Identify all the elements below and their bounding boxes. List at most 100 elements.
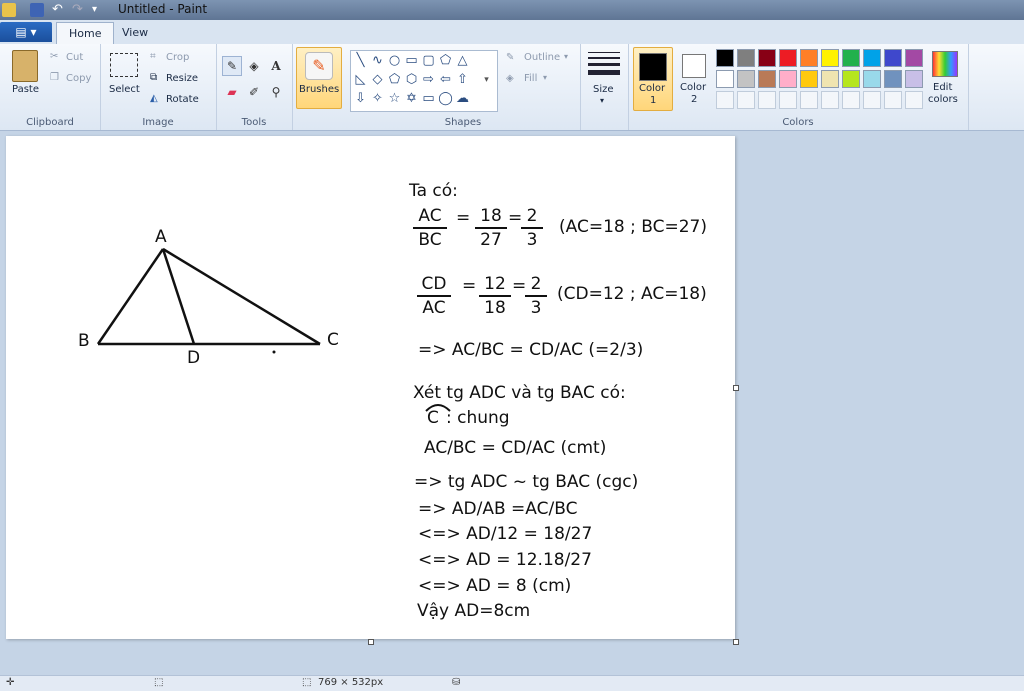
paste-icon[interactable]: [12, 50, 38, 82]
select-icon[interactable]: [110, 53, 138, 77]
fraction-note: (AC=18 ; BC=27): [559, 217, 707, 237]
pencil-icon[interactable]: ✎: [222, 56, 242, 76]
shapes-scroll-icon[interactable]: ▾: [479, 73, 494, 88]
resize-handle-right[interactable]: [733, 385, 739, 391]
fill-dropdown-icon[interactable]: ▾: [543, 73, 547, 82]
callout-rect-shape-icon[interactable]: ▭: [421, 91, 436, 106]
triangle-shape-icon[interactable]: △: [455, 53, 470, 68]
color-swatch[interactable]: [737, 49, 755, 67]
resize-handle-corner[interactable]: [733, 639, 739, 645]
color-swatch[interactable]: [821, 49, 839, 67]
curve-shape-icon[interactable]: ∿: [370, 53, 385, 68]
color-swatch[interactable]: [716, 49, 734, 67]
outline-dropdown-icon[interactable]: ▾: [564, 52, 568, 61]
callout-cloud-shape-icon[interactable]: ☁: [455, 91, 470, 106]
fill-button[interactable]: Fill: [524, 73, 537, 84]
rotate-button[interactable]: Rotate: [166, 94, 199, 105]
color1-button[interactable]: Color 1: [633, 47, 673, 111]
oval-shape-icon[interactable]: ○: [387, 53, 402, 68]
colors-group: Color 1 Color 2 Edit colors Colors: [628, 44, 969, 130]
color-swatch[interactable]: [800, 91, 818, 109]
eraser-icon[interactable]: ▰: [222, 82, 242, 102]
clipboard-group: Paste ✂ Cut ❐ Copy Clipboard: [0, 44, 101, 130]
color-swatch[interactable]: [863, 70, 881, 88]
magnifier-icon[interactable]: ⚲: [266, 82, 286, 102]
polygon-shape-icon[interactable]: ⬠: [438, 53, 453, 68]
color-swatch[interactable]: [737, 70, 755, 88]
stray-dot: [272, 350, 276, 354]
size-icon[interactable]: [588, 52, 620, 75]
five-point-star-shape-icon[interactable]: ☆: [387, 91, 402, 106]
color-swatch[interactable]: [863, 49, 881, 67]
color2-button[interactable]: Color 2: [676, 47, 712, 109]
color-swatch[interactable]: [716, 70, 734, 88]
size-dropdown-icon[interactable]: ▾: [600, 96, 604, 105]
color-swatch[interactable]: [779, 91, 797, 109]
color-swatch[interactable]: [842, 70, 860, 88]
brushes-button[interactable]: ✎ Brushes: [296, 47, 342, 109]
brush-icon: ✎: [305, 52, 333, 80]
tab-view[interactable]: View: [110, 22, 160, 43]
color-swatch[interactable]: [884, 91, 902, 109]
color-swatch[interactable]: [758, 91, 776, 109]
color-swatch[interactable]: [779, 70, 797, 88]
color-swatch[interactable]: [737, 91, 755, 109]
redo-icon[interactable]: ↷: [72, 3, 86, 17]
drawing-canvas[interactable]: A B C D Ta có: AC BC = 18 27 = 2 3 (AC=1…: [6, 136, 735, 639]
line-shape-icon[interactable]: ╲: [353, 53, 368, 68]
color-picker-icon[interactable]: ✐: [244, 82, 264, 102]
color-swatch[interactable]: [821, 91, 839, 109]
color-swatch[interactable]: [863, 91, 881, 109]
fill-bucket-icon[interactable]: ◈: [244, 56, 264, 76]
color-swatch[interactable]: [779, 49, 797, 67]
save-icon[interactable]: [30, 3, 44, 17]
right-arrow-shape-icon[interactable]: ⇨: [421, 72, 436, 87]
angle-c-letter: C: [427, 408, 439, 428]
outline-button[interactable]: Outline: [524, 52, 560, 63]
customize-quick-access-icon[interactable]: ▾: [92, 3, 106, 17]
color-swatch[interactable]: [821, 70, 839, 88]
diamond-shape-icon[interactable]: ◇: [370, 72, 385, 87]
color2-number: 2: [691, 94, 698, 105]
six-point-star-shape-icon[interactable]: ✡: [404, 91, 419, 106]
select-button[interactable]: Select: [109, 84, 140, 95]
four-point-star-shape-icon[interactable]: ✧: [370, 91, 385, 106]
hexagon-shape-icon[interactable]: ⬡: [404, 72, 419, 87]
resize-handle-bottom[interactable]: [368, 639, 374, 645]
color-swatch[interactable]: [842, 91, 860, 109]
cut-button[interactable]: Cut: [66, 52, 83, 63]
right-triangle-shape-icon[interactable]: ◺: [353, 72, 368, 87]
color-swatch[interactable]: [905, 70, 923, 88]
tab-home[interactable]: Home: [56, 22, 115, 44]
color-swatch[interactable]: [905, 91, 923, 109]
down-arrow-shape-icon[interactable]: ⇩: [353, 91, 368, 106]
fraction-numerator: 2: [530, 274, 542, 294]
callout-oval-shape-icon[interactable]: ◯: [438, 91, 453, 106]
rectangle-shape-icon[interactable]: ▭: [404, 53, 419, 68]
size-button[interactable]: Size: [593, 84, 614, 95]
fraction-numerator: AC: [418, 206, 442, 226]
crop-button[interactable]: Crop: [166, 52, 189, 63]
color-swatch[interactable]: [884, 70, 902, 88]
color-swatch[interactable]: [800, 70, 818, 88]
paste-button[interactable]: Paste: [12, 84, 39, 95]
rounded-rectangle-shape-icon[interactable]: ▢: [421, 53, 436, 68]
file-menu-button[interactable]: ▤ ▾: [0, 22, 52, 42]
left-arrow-shape-icon[interactable]: ⇦: [438, 72, 453, 87]
shapes-gallery[interactable]: ╲ ∿ ○ ▭ ▢ ⬠ △ ◺ ◇ ⬠ ⬡ ⇨ ⇦ ⇧ ⇩ ✧ ☆ ✡ ▭ ◯ …: [350, 50, 498, 112]
up-arrow-shape-icon[interactable]: ⇧: [455, 72, 470, 87]
color-swatch[interactable]: [716, 91, 734, 109]
undo-icon[interactable]: ↶: [52, 3, 66, 17]
text-icon[interactable]: A: [266, 56, 286, 76]
color-swatch[interactable]: [758, 49, 776, 67]
color-swatch[interactable]: [905, 49, 923, 67]
color-swatch[interactable]: [842, 49, 860, 67]
color-swatch[interactable]: [884, 49, 902, 67]
color-swatch[interactable]: [800, 49, 818, 67]
pentagon-shape-icon[interactable]: ⬠: [387, 72, 402, 87]
resize-button[interactable]: Resize: [166, 73, 198, 84]
edit-colors-button[interactable]: Edit colors: [926, 49, 966, 111]
color-swatch[interactable]: [758, 70, 776, 88]
copy-button[interactable]: Copy: [66, 73, 91, 84]
cut-icon: ✂: [50, 51, 59, 62]
